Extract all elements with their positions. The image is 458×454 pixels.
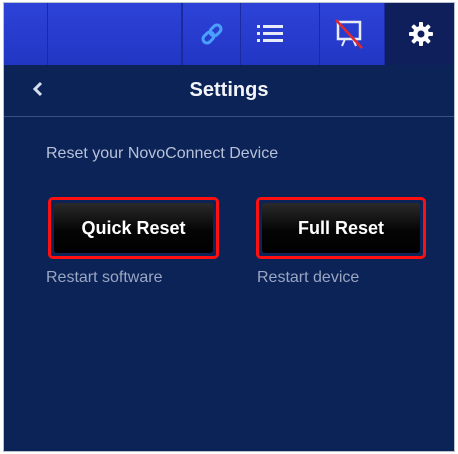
display-off-icon (333, 18, 365, 50)
list-icon (256, 23, 283, 45)
display-off-button[interactable] (319, 3, 377, 65)
link-icon (199, 21, 225, 47)
page-title: Settings (189, 79, 269, 101)
toolbar-empty-slot (48, 3, 182, 65)
top-toolbar (4, 3, 454, 65)
toolbar-empty-slot (4, 3, 48, 65)
settings-tab[interactable] (384, 3, 454, 65)
full-reset-highlight: Full Reset (256, 197, 426, 259)
link-button[interactable] (182, 3, 240, 65)
quick-reset-caption: Restart software (46, 269, 163, 286)
list-button[interactable] (240, 3, 298, 65)
quick-reset-button[interactable]: Quick Reset (54, 203, 213, 253)
settings-header: Settings (4, 65, 454, 117)
settings-panel: Settings Reset your NovoConnect Device Q… (3, 2, 455, 452)
reset-section-description: Reset your NovoConnect Device (46, 145, 279, 162)
full-reset-caption: Restart device (257, 269, 360, 286)
full-reset-button[interactable]: Full Reset (262, 203, 420, 253)
gear-icon (407, 20, 435, 48)
quick-reset-highlight: Quick Reset (48, 197, 219, 259)
